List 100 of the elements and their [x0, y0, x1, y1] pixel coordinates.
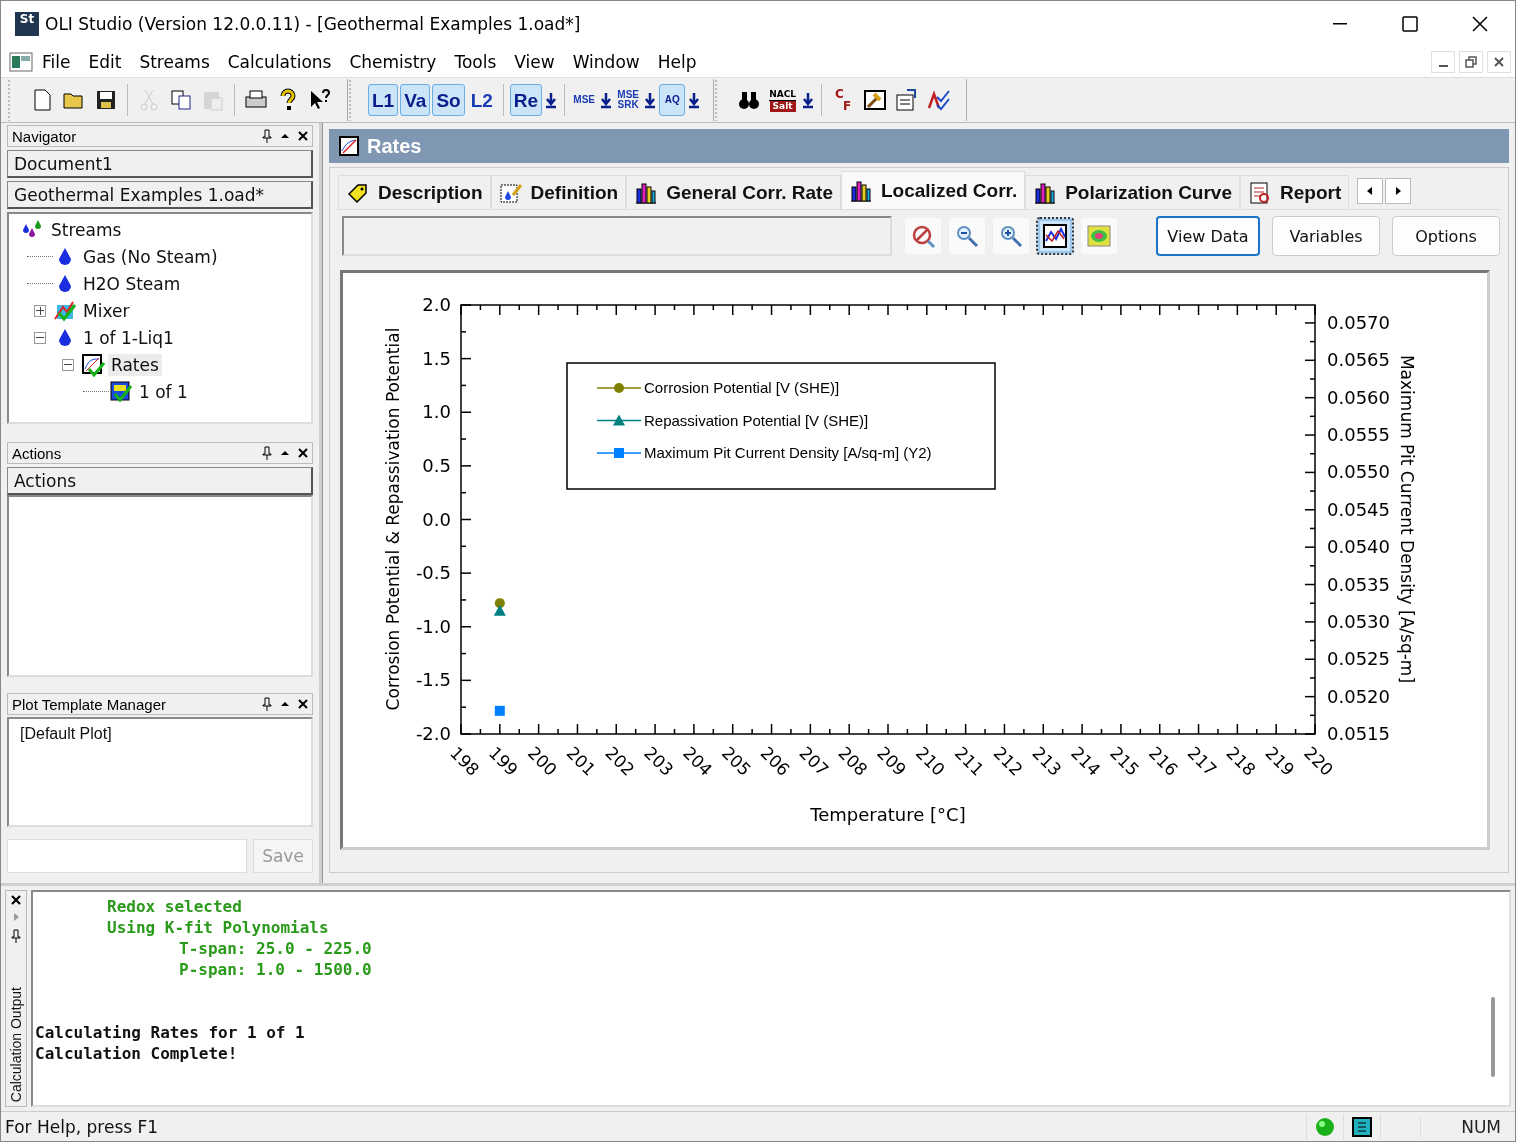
menu-item[interactable]: Window — [563, 52, 649, 72]
tick-label: 1.0 — [422, 401, 451, 423]
spellcheck-icon[interactable] — [927, 88, 951, 112]
close-icon[interactable] — [298, 699, 308, 709]
collapse-icon[interactable] — [280, 448, 290, 458]
pin-icon[interactable] — [262, 446, 272, 460]
command-button[interactable]: View Data — [1156, 216, 1260, 256]
restore-button[interactable] — [1459, 51, 1483, 73]
tree-item[interactable]: H2O Steam — [80, 272, 184, 295]
tick-label: 198 — [446, 742, 484, 780]
pin-icon[interactable] — [262, 129, 272, 143]
toolbar-button[interactable]: L2 — [466, 84, 497, 116]
menu-item[interactable]: Help — [648, 52, 706, 72]
tick-label: 0.0540 — [1327, 536, 1390, 558]
minimize-icon — [1333, 23, 1347, 25]
tree-item[interactable]: 1 of 1-Liq1 — [80, 326, 177, 349]
tab[interactable]: Report — [1240, 175, 1350, 209]
template-name-field[interactable] — [7, 839, 247, 873]
expand-toggle[interactable] — [34, 304, 46, 317]
pin-icon[interactable] — [11, 929, 21, 943]
restore-icon — [1465, 56, 1477, 68]
menu-item[interactable]: Calculations — [218, 52, 341, 72]
window-title: OLI Studio (Version 12.0.0.11) - [Geothermal Examples 1.oad*] — [45, 14, 582, 34]
right-arrow-icon — [1395, 186, 1402, 195]
scroll-right-button[interactable] — [1385, 177, 1412, 204]
close-icon[interactable] — [298, 448, 308, 458]
tick-label: -2.0 — [415, 723, 451, 744]
tree-item[interactable]: Gas (No Steam) — [80, 245, 221, 268]
left-arrow-icon — [1367, 186, 1374, 195]
menu-item[interactable]: Chemistry — [340, 52, 446, 72]
tick-label: 0.5 — [422, 454, 451, 476]
document-status-icon — [1352, 1116, 1373, 1137]
salt-button[interactable]: NACL Salt — [766, 84, 799, 116]
tab[interactable]: Description — [338, 175, 491, 209]
tab[interactable]: Localized Corr. — [841, 171, 1026, 209]
collapse-toggle[interactable] — [34, 331, 46, 344]
collapse-icon[interactable] — [280, 699, 290, 709]
collapse-toggle[interactable] — [62, 358, 74, 371]
tick-label: 219 — [1261, 742, 1299, 780]
chart-tool-button[interactable] — [1036, 217, 1074, 255]
report-icon — [1248, 180, 1272, 205]
collapse-icon[interactable] — [280, 131, 290, 141]
close-icon[interactable] — [298, 131, 308, 141]
properties-icon[interactable] — [895, 88, 919, 112]
toolbar-button[interactable]: L1 — [368, 84, 399, 116]
close-button[interactable] — [1487, 51, 1511, 73]
minimize-button[interactable] — [1431, 51, 1455, 73]
toolbar-button[interactable]: MSE SRK — [615, 84, 642, 116]
legend-label: Repassivation Potential [V (SHE)] — [644, 411, 869, 429]
tab[interactable]: General Corr. Rate — [626, 175, 841, 209]
menu-item[interactable]: File — [33, 52, 80, 72]
output-line: Calculating Rates for 1 of 1 — [35, 1022, 306, 1043]
tick-label: 207 — [795, 742, 833, 780]
plot-hammer-icon[interactable] — [863, 88, 887, 112]
tick-label: 2.0 — [422, 294, 451, 315]
pane-title: Actions — [12, 444, 63, 462]
menu-item[interactable]: Streams — [130, 52, 219, 72]
tick-label: 0.0565 — [1327, 349, 1390, 371]
tick-label: 0.0560 — [1327, 386, 1390, 408]
status-text: For Help, press F1 — [5, 1116, 160, 1137]
tick-label: 1.5 — [422, 347, 451, 369]
contour-map-icon — [1086, 223, 1112, 249]
document-bar[interactable]: Document1 — [7, 150, 313, 178]
copy-icon[interactable] — [169, 88, 193, 112]
document-bar[interactable]: Geothermal Examples 1.oad* — [7, 181, 313, 209]
tree-item[interactable]: Rates — [108, 353, 162, 376]
tree-item[interactable]: Mixer — [80, 299, 133, 322]
scroll-left-button[interactable] — [1357, 177, 1384, 204]
menu-item[interactable]: View — [505, 52, 564, 72]
document-icon[interactable] — [9, 52, 33, 72]
toolbar-button[interactable]: Va — [400, 84, 431, 116]
menu-item[interactable]: Tools — [445, 52, 506, 72]
pane-title: Plot Template Manager — [12, 695, 167, 713]
tree-item[interactable]: 1 of 1 — [136, 380, 191, 403]
save-icon[interactable] — [94, 88, 118, 112]
tab[interactable]: Definition — [490, 175, 627, 209]
tick-label: 0.0550 — [1327, 461, 1390, 483]
legend-label: Maximum Pit Current Density [A/sq-m] (Y2) — [644, 444, 932, 461]
unit-convert-button[interactable]: C F — [828, 84, 858, 116]
close-icon — [1494, 57, 1504, 67]
toolbar-button[interactable]: AQ — [659, 84, 686, 116]
tab[interactable]: Polarization Curve — [1025, 175, 1240, 209]
toolbar-button[interactable]: MSE — [571, 84, 598, 116]
pointer-help-icon[interactable] — [308, 88, 332, 112]
toolbar-button[interactable]: Re — [509, 84, 543, 116]
tick-label: 0.0535 — [1327, 573, 1390, 595]
legend-swatch — [596, 383, 642, 393]
tick-label: 199 — [485, 742, 523, 780]
tree-item[interactable]: Streams — [48, 218, 125, 241]
axis-title: Corrosion Potential & Repassivation Potential — [383, 327, 403, 711]
menu-item[interactable]: Edit — [79, 52, 131, 72]
minimize-icon — [1438, 65, 1448, 67]
legend-swatch — [596, 448, 642, 458]
scrollbar-thumb[interactable] — [1491, 997, 1495, 1077]
pin-icon[interactable] — [262, 697, 272, 711]
legend-label: Corrosion Potential [V (SHE)] — [644, 379, 840, 396]
toolbar-button[interactable]: So — [432, 84, 465, 116]
command-button[interactable]: Options — [1392, 216, 1500, 256]
command-button[interactable]: Variables — [1272, 216, 1380, 256]
close-icon[interactable] — [11, 895, 21, 905]
